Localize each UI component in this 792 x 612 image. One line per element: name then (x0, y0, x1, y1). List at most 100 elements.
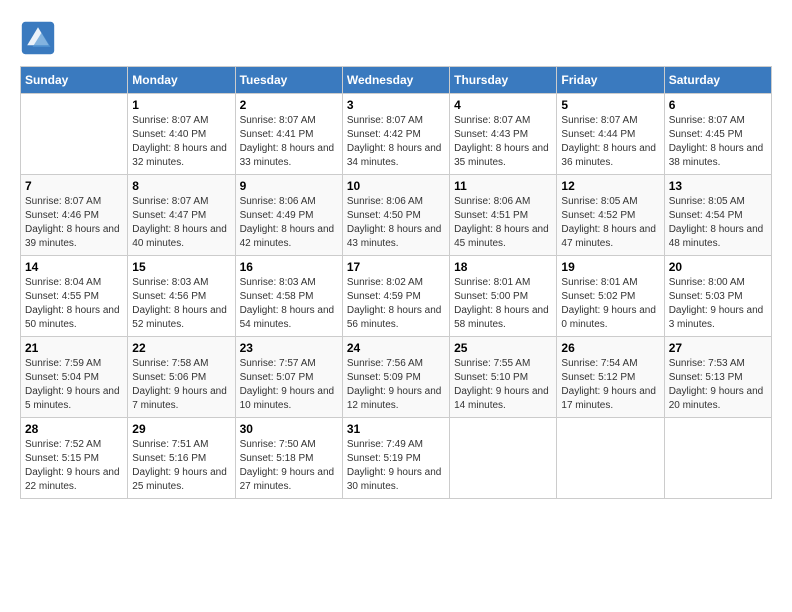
day-info: Sunrise: 7:54 AM Sunset: 5:12 PM Dayligh… (561, 357, 659, 413)
day-number: 3 (347, 98, 445, 112)
day-number: 1 (132, 98, 230, 112)
calendar-cell: 18 Sunrise: 8:01 AM Sunset: 5:00 PM Dayli… (450, 256, 557, 337)
day-info: Sunrise: 7:53 AM Sunset: 5:13 PM Dayligh… (669, 357, 767, 413)
calendar-cell: 17 Sunrise: 8:02 AM Sunset: 4:59 PM Dayli… (342, 256, 449, 337)
day-number: 16 (240, 260, 338, 274)
day-info: Sunrise: 8:01 AM Sunset: 5:00 PM Dayligh… (454, 276, 552, 332)
day-info: Sunrise: 7:58 AM Sunset: 5:06 PM Dayligh… (132, 357, 230, 413)
day-number: 30 (240, 422, 338, 436)
calendar-cell: 20 Sunrise: 8:00 AM Sunset: 5:03 PM Dayli… (664, 256, 771, 337)
day-info: Sunrise: 8:07 AM Sunset: 4:41 PM Dayligh… (240, 114, 338, 170)
day-info: Sunrise: 7:56 AM Sunset: 5:09 PM Dayligh… (347, 357, 445, 413)
calendar-cell (557, 418, 664, 499)
day-number: 8 (132, 179, 230, 193)
day-info: Sunrise: 8:07 AM Sunset: 4:47 PM Dayligh… (132, 195, 230, 251)
day-info: Sunrise: 8:07 AM Sunset: 4:45 PM Dayligh… (669, 114, 767, 170)
calendar-cell: 6 Sunrise: 8:07 AM Sunset: 4:45 PM Daylig… (664, 94, 771, 175)
calendar-table: SundayMondayTuesdayWednesdayThursdayFrid… (20, 66, 772, 499)
day-number: 26 (561, 341, 659, 355)
calendar-cell (21, 94, 128, 175)
day-info: Sunrise: 8:02 AM Sunset: 4:59 PM Dayligh… (347, 276, 445, 332)
day-info: Sunrise: 8:07 AM Sunset: 4:44 PM Dayligh… (561, 114, 659, 170)
day-number: 4 (454, 98, 552, 112)
day-number: 15 (132, 260, 230, 274)
day-info: Sunrise: 8:07 AM Sunset: 4:42 PM Dayligh… (347, 114, 445, 170)
day-info: Sunrise: 8:03 AM Sunset: 4:58 PM Dayligh… (240, 276, 338, 332)
day-number: 24 (347, 341, 445, 355)
day-number: 21 (25, 341, 123, 355)
day-header-friday: Friday (557, 67, 664, 94)
day-info: Sunrise: 7:59 AM Sunset: 5:04 PM Dayligh… (25, 357, 123, 413)
day-info: Sunrise: 8:07 AM Sunset: 4:43 PM Dayligh… (454, 114, 552, 170)
day-number: 29 (132, 422, 230, 436)
day-info: Sunrise: 8:07 AM Sunset: 4:40 PM Dayligh… (132, 114, 230, 170)
day-number: 20 (669, 260, 767, 274)
day-number: 18 (454, 260, 552, 274)
calendar-cell: 24 Sunrise: 7:56 AM Sunset: 5:09 PM Dayli… (342, 337, 449, 418)
day-info: Sunrise: 8:06 AM Sunset: 4:50 PM Dayligh… (347, 195, 445, 251)
calendar-cell: 15 Sunrise: 8:03 AM Sunset: 4:56 PM Dayli… (128, 256, 235, 337)
calendar-cell: 3 Sunrise: 8:07 AM Sunset: 4:42 PM Daylig… (342, 94, 449, 175)
day-number: 14 (25, 260, 123, 274)
day-number: 13 (669, 179, 767, 193)
day-info: Sunrise: 8:00 AM Sunset: 5:03 PM Dayligh… (669, 276, 767, 332)
day-number: 6 (669, 98, 767, 112)
calendar-cell: 8 Sunrise: 8:07 AM Sunset: 4:47 PM Daylig… (128, 175, 235, 256)
calendar-cell: 7 Sunrise: 8:07 AM Sunset: 4:46 PM Daylig… (21, 175, 128, 256)
calendar-cell: 16 Sunrise: 8:03 AM Sunset: 4:58 PM Dayli… (235, 256, 342, 337)
day-info: Sunrise: 8:05 AM Sunset: 4:54 PM Dayligh… (669, 195, 767, 251)
week-row-5: 28 Sunrise: 7:52 AM Sunset: 5:15 PM Dayli… (21, 418, 772, 499)
day-number: 11 (454, 179, 552, 193)
day-number: 7 (25, 179, 123, 193)
calendar-cell: 23 Sunrise: 7:57 AM Sunset: 5:07 PM Dayli… (235, 337, 342, 418)
week-row-3: 14 Sunrise: 8:04 AM Sunset: 4:55 PM Dayli… (21, 256, 772, 337)
calendar-cell: 14 Sunrise: 8:04 AM Sunset: 4:55 PM Dayli… (21, 256, 128, 337)
calendar-cell: 10 Sunrise: 8:06 AM Sunset: 4:50 PM Dayli… (342, 175, 449, 256)
calendar-cell: 1 Sunrise: 8:07 AM Sunset: 4:40 PM Daylig… (128, 94, 235, 175)
calendar-cell: 31 Sunrise: 7:49 AM Sunset: 5:19 PM Dayli… (342, 418, 449, 499)
calendar-cell: 26 Sunrise: 7:54 AM Sunset: 5:12 PM Dayli… (557, 337, 664, 418)
calendar-cell: 9Sunrise: 8:06 AM Sunset: 4:49 PM Daylig… (235, 175, 342, 256)
day-number: 27 (669, 341, 767, 355)
calendar-cell: 25Sunrise: 7:55 AM Sunset: 5:10 PM Dayli… (450, 337, 557, 418)
day-number: 22 (132, 341, 230, 355)
calendar-cell: 21 Sunrise: 7:59 AM Sunset: 5:04 PM Dayli… (21, 337, 128, 418)
week-row-2: 7 Sunrise: 8:07 AM Sunset: 4:46 PM Daylig… (21, 175, 772, 256)
day-info: Sunrise: 7:57 AM Sunset: 5:07 PM Dayligh… (240, 357, 338, 413)
day-info: Sunrise: 7:52 AM Sunset: 5:15 PM Dayligh… (25, 438, 123, 494)
day-header-thursday: Thursday (450, 67, 557, 94)
day-number: 12 (561, 179, 659, 193)
calendar-cell: 27 Sunrise: 7:53 AM Sunset: 5:13 PM Dayli… (664, 337, 771, 418)
logo-icon (20, 20, 56, 56)
day-header-monday: Monday (128, 67, 235, 94)
calendar-cell: 12 Sunrise: 8:05 AM Sunset: 4:52 PM Dayli… (557, 175, 664, 256)
day-info: Sunrise: 8:05 AM Sunset: 4:52 PM Dayligh… (561, 195, 659, 251)
day-info: Sunrise: 8:06 AM Sunset: 4:51 PM Dayligh… (454, 195, 552, 251)
day-header-sunday: Sunday (21, 67, 128, 94)
logo (20, 20, 60, 56)
calendar-cell: 13 Sunrise: 8:05 AM Sunset: 4:54 PM Dayli… (664, 175, 771, 256)
day-info: Sunrise: 7:51 AM Sunset: 5:16 PM Dayligh… (132, 438, 230, 494)
day-info: Sunrise: 8:07 AM Sunset: 4:46 PM Dayligh… (25, 195, 123, 251)
day-number: 25 (454, 341, 552, 355)
calendar-cell: 29 Sunrise: 7:51 AM Sunset: 5:16 PM Dayli… (128, 418, 235, 499)
day-info: Sunrise: 8:04 AM Sunset: 4:55 PM Dayligh… (25, 276, 123, 332)
day-number: 2 (240, 98, 338, 112)
day-number: 17 (347, 260, 445, 274)
calendar-cell (450, 418, 557, 499)
day-info: Sunrise: 8:03 AM Sunset: 4:56 PM Dayligh… (132, 276, 230, 332)
day-info: Sunrise: 7:49 AM Sunset: 5:19 PM Dayligh… (347, 438, 445, 494)
day-number: 10 (347, 179, 445, 193)
calendar-cell: 28 Sunrise: 7:52 AM Sunset: 5:15 PM Dayli… (21, 418, 128, 499)
day-number: 23 (240, 341, 338, 355)
day-info: Sunrise: 7:50 AM Sunset: 5:18 PM Dayligh… (240, 438, 338, 494)
day-number: 28 (25, 422, 123, 436)
day-number: 19 (561, 260, 659, 274)
calendar-cell: 30 Sunrise: 7:50 AM Sunset: 5:18 PM Dayli… (235, 418, 342, 499)
calendar-cell: 5Sunrise: 8:07 AM Sunset: 4:44 PM Daylig… (557, 94, 664, 175)
day-header-saturday: Saturday (664, 67, 771, 94)
day-info: Sunrise: 8:06 AM Sunset: 4:49 PM Dayligh… (240, 195, 338, 251)
day-header-wednesday: Wednesday (342, 67, 449, 94)
day-number: 31 (347, 422, 445, 436)
week-row-4: 21 Sunrise: 7:59 AM Sunset: 5:04 PM Dayli… (21, 337, 772, 418)
